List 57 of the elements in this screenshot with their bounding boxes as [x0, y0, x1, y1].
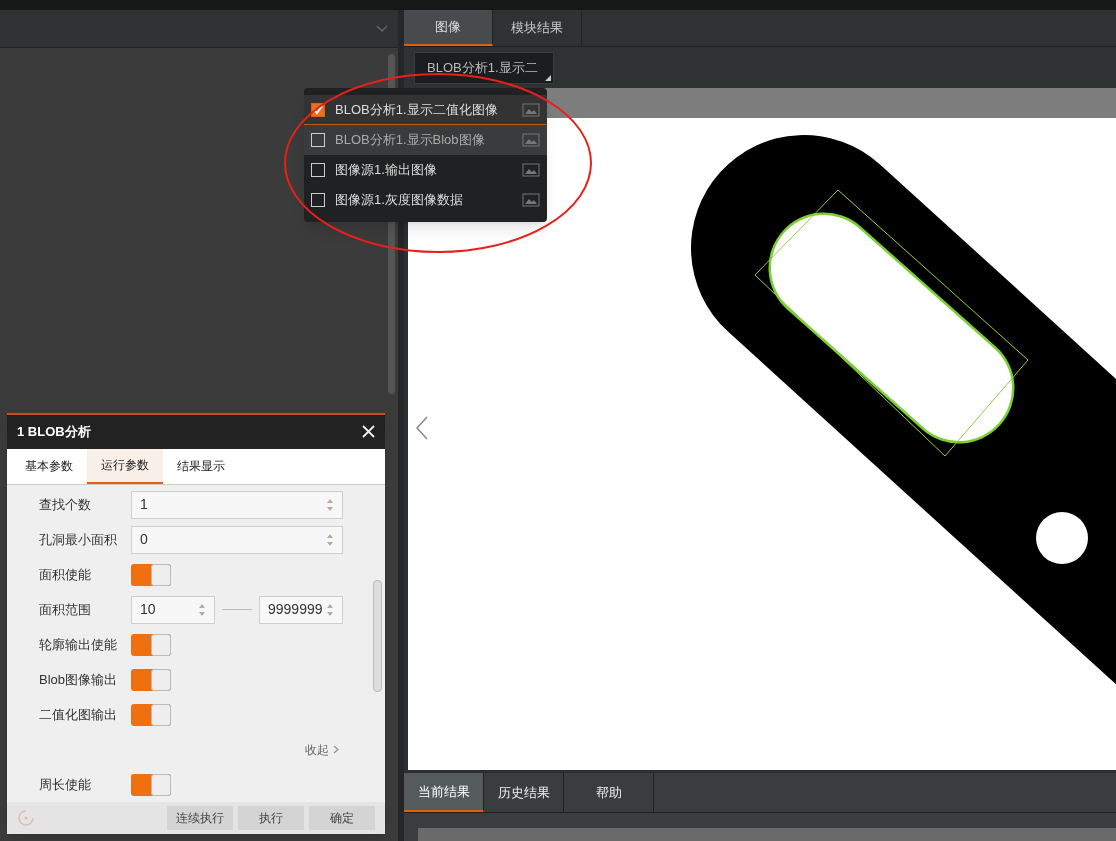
field-label: 孔洞最小面积 [39, 531, 118, 550]
spinner-arrows-icon[interactable] [326, 532, 334, 547]
toggle-switch[interactable] [131, 668, 171, 691]
number-field[interactable]: 9999999 [259, 595, 343, 624]
toggle-switch[interactable] [131, 633, 171, 656]
menu-item[interactable]: BLOB分析1.显示Blob图像 [304, 125, 547, 155]
image-icon[interactable] [522, 133, 540, 147]
corner-triangle-icon [545, 74, 551, 81]
toggle-switch[interactable] [131, 703, 171, 726]
field-label: 面积使能 [39, 566, 92, 585]
source-dropdown[interactable]: BLOB分析1.显示二 [414, 51, 554, 84]
collapse-link[interactable]: 收起 [305, 740, 339, 759]
field-label: 查找个数 [39, 496, 92, 515]
field-label: Blob图像输出 [39, 671, 119, 690]
menu-item[interactable]: 图像源1.灰度图像数据 [304, 185, 547, 215]
spinner-arrows-icon[interactable] [326, 602, 334, 617]
field-label: 二值化图输出 [39, 706, 118, 725]
number-field[interactable]: 0 [131, 525, 343, 554]
footer-button[interactable]: 连续执行 [167, 806, 233, 831]
field-label: 面积范围 [39, 601, 92, 620]
checkbox[interactable] [311, 193, 325, 207]
tab[interactable]: 帮助 [564, 773, 654, 812]
toggle-switch[interactable] [131, 563, 171, 586]
menu-item[interactable]: 图像源1.输出图像 [304, 155, 547, 185]
field-label: 轮廓输出使能 [39, 636, 118, 655]
checkbox[interactable] [311, 163, 325, 177]
tab[interactable]: 图像 [404, 10, 493, 46]
refresh-icon[interactable] [17, 809, 35, 828]
chevron-down-icon[interactable] [376, 24, 388, 33]
number-field[interactable]: 10 [131, 595, 215, 624]
checkbox[interactable] [311, 133, 325, 147]
menu-item-label: 图像源1.灰度图像数据 [335, 191, 464, 210]
menu-item-label: BLOB分析1.显示二值化图像 [335, 100, 499, 119]
menu-item[interactable]: BLOB分析1.显示二值化图像 [304, 95, 547, 125]
check-icon [313, 104, 323, 115]
tab[interactable]: 运行参数 [87, 448, 163, 485]
tab[interactable]: 结果显示 [163, 448, 239, 485]
dialog-title: 1 BLOB分析 [17, 423, 91, 442]
image-icon[interactable] [522, 193, 540, 207]
number-field[interactable]: 1 [131, 490, 343, 519]
tab[interactable]: 当前结果 [404, 773, 484, 812]
toggle-switch[interactable] [131, 773, 171, 796]
image-icon[interactable] [522, 102, 540, 117]
menu-item-label: 图像源1.输出图像 [335, 161, 438, 180]
tab[interactable]: 基本参数 [11, 448, 87, 485]
scrollbar[interactable] [373, 580, 382, 693]
spinner-arrows-icon[interactable] [198, 602, 206, 617]
spinner-arrows-icon[interactable] [326, 497, 334, 512]
image-icon[interactable] [522, 163, 540, 177]
close-icon[interactable] [362, 425, 375, 439]
field-label: 周长使能 [39, 776, 92, 795]
tab[interactable]: 历史结果 [484, 773, 564, 812]
footer-button[interactable]: 执行 [238, 806, 304, 831]
tab[interactable]: 模块结果 [493, 10, 582, 46]
footer-button[interactable]: 确定 [309, 806, 375, 831]
menu-item-label: BLOB分析1.显示Blob图像 [335, 131, 486, 150]
chevron-right-icon [333, 745, 339, 755]
